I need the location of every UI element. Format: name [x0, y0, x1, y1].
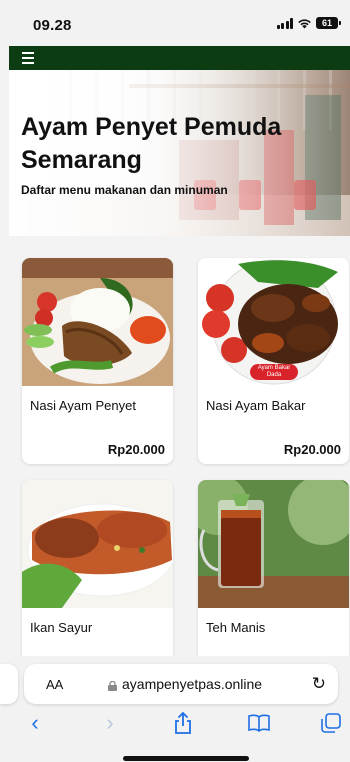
menu-item-image — [198, 480, 349, 608]
back-icon[interactable]: ‹ — [22, 710, 48, 736]
share-icon[interactable] — [170, 710, 196, 736]
menu-item-price: Rp20.000 — [283, 442, 341, 457]
battery-icon: 61 — [316, 17, 341, 29]
wifi-icon — [297, 18, 312, 29]
menu-item-name: Nasi Ayam Penyet — [30, 398, 136, 413]
menu-card[interactable]: Ikan Sayur — [22, 480, 173, 670]
text-size-button[interactable]: AA — [46, 677, 63, 692]
site-navbar — [9, 46, 350, 70]
signal-icon — [276, 17, 293, 29]
reload-icon[interactable]: ↻ — [312, 674, 326, 694]
menu-item-name: Ikan Sayur — [30, 620, 93, 635]
page-title: Ayam Penyet Pemuda Semarang — [21, 113, 282, 174]
bookmarks-icon[interactable] — [246, 710, 272, 736]
menu-card[interactable]: Ayam Bakar Dada Nasi Ayam Bakar Rp20.000 — [198, 258, 349, 464]
status-icons: 61 — [276, 17, 341, 29]
menu-grid: Nasi Ayam Penyet Rp20.000 Ayam Bakar Dad… — [0, 236, 350, 670]
menu-card[interactable]: Teh Manis — [198, 480, 349, 670]
tabs-icon[interactable] — [318, 710, 344, 736]
menu-card[interactable]: Nasi Ayam Penyet Rp20.000 — [22, 258, 173, 464]
menu-item-image: Ayam Bakar Dada — [198, 258, 349, 386]
battery-level: 61 — [321, 18, 332, 28]
menu-item-image — [22, 480, 173, 608]
menu-item-name: Nasi Ayam Bakar — [206, 398, 306, 413]
url-text[interactable]: ayampenyetpas.online — [122, 676, 262, 692]
page-subtitle: Daftar menu makanan dan minuman — [21, 183, 228, 197]
browser-toolbar: ‹ › — [0, 710, 350, 736]
address-bar[interactable]: AA ayampenyetpas.online ↻ — [24, 664, 338, 704]
menu-item-name: Teh Manis — [206, 620, 266, 635]
lock-icon — [108, 678, 117, 691]
menu-item-image — [22, 258, 173, 386]
browser-bottom-bar: AA ayampenyetpas.online ↻ ‹ › — [0, 656, 350, 762]
hamburger-menu-icon[interactable] — [22, 52, 34, 64]
home-indicator — [123, 756, 249, 761]
image-label: Ayam Bakar Dada — [250, 364, 298, 380]
hero-banner: Ayam Penyet Pemuda Semarang Daftar menu … — [9, 70, 350, 236]
forward-icon[interactable]: › — [97, 710, 123, 736]
menu-item-price: Rp20.000 — [107, 442, 165, 457]
status-bar: 09.28 61 — [0, 0, 350, 46]
status-time: 09.28 — [33, 17, 72, 34]
previous-tab-edge[interactable] — [0, 664, 18, 704]
